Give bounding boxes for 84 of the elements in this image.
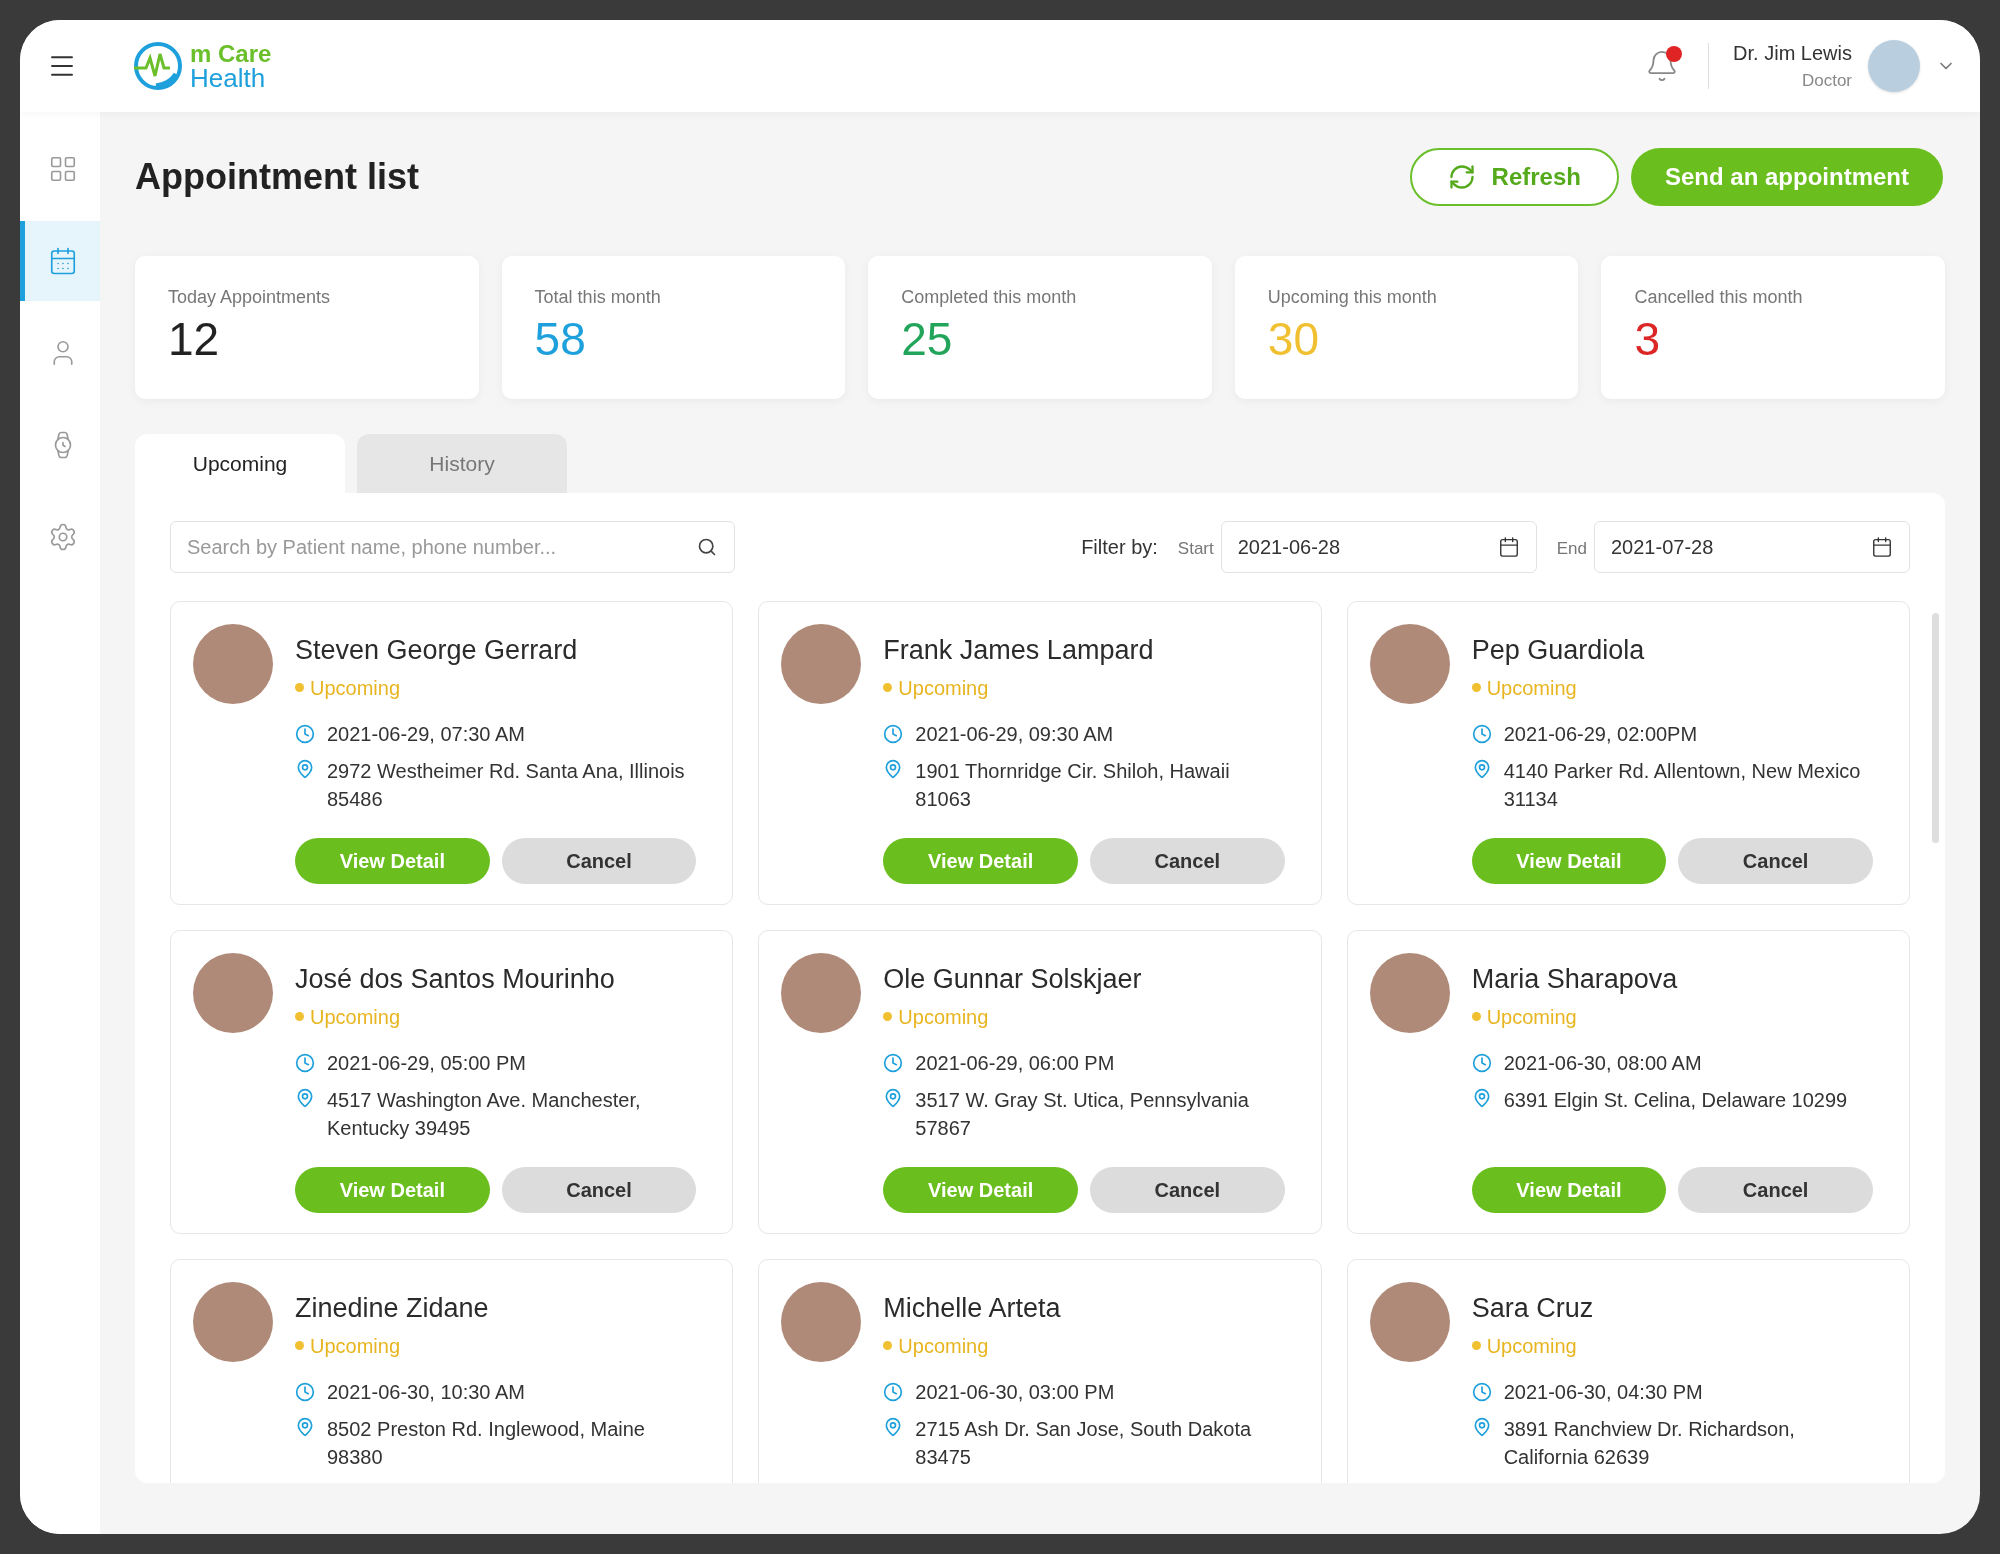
stat-value: 25: [901, 312, 954, 367]
location-icon: [295, 1416, 315, 1437]
clock-icon: [295, 723, 315, 744]
patient-name: Ole Gunnar Solskjaer: [883, 963, 1143, 996]
clock-icon: [1471, 1052, 1492, 1073]
patient-name: Steven George Gerrard: [295, 634, 579, 667]
stat-label: Upcoming this month: [1267, 286, 1438, 309]
page-title: Appointment list: [135, 155, 419, 199]
appointment-time: 2021-06-29, 07:30 AM: [327, 721, 525, 747]
sidebar-item[interactable]: [20, 221, 100, 301]
status-text: Upcoming: [310, 675, 401, 701]
search-field[interactable]: Search by Patient name, phone number...: [170, 521, 735, 573]
user-role: Doctor: [1801, 70, 1852, 93]
cancel-button[interactable]: Cancel: [501, 838, 697, 884]
stat-label: Total this month: [534, 286, 662, 309]
filter-label: Filter by:: [1081, 535, 1158, 560]
avatar[interactable]: [1868, 40, 1920, 92]
stat-value: 3: [1634, 312, 1661, 367]
appointment-time: 2021-06-30, 03:00 PM: [915, 1379, 1115, 1405]
start-label: Start: [1177, 538, 1214, 561]
scrollbar-thumb[interactable]: [1932, 613, 1939, 843]
appointment-address: 8502 Preston Rd. Inglewood, Maine 98380: [327, 1416, 646, 1470]
patient-name: Pep Guardiola: [1471, 634, 1646, 667]
refresh-icon: [1447, 163, 1476, 191]
clock-icon: [883, 723, 904, 744]
start-date-field[interactable]: 2021-06-28: [1220, 521, 1537, 573]
status-text: Upcoming: [898, 1004, 989, 1030]
end-label: End: [1556, 538, 1587, 561]
appointment-address: 3517 W. Gray St. Utica, Pennsylvania 57867: [915, 1087, 1250, 1141]
cancel-button[interactable]: Cancel: [1678, 1167, 1873, 1213]
status-text: Upcoming: [898, 675, 989, 701]
logo-subtext: Health: [190, 66, 267, 90]
calendar-icon: [1871, 536, 1893, 558]
patient-name: Frank James Lampard: [883, 634, 1155, 667]
status-text: Upcoming: [1486, 675, 1577, 701]
search-icon: [697, 537, 717, 557]
stat-value: 30: [1267, 312, 1320, 367]
logo-text: m Care: [190, 42, 272, 66]
appointment-address: 6391 Elgin St. Celina, Delaware 10299: [1503, 1087, 1848, 1113]
stat-value: 58: [534, 312, 587, 367]
cancel-button[interactable]: Cancel: [1678, 838, 1873, 884]
appointment-time: 2021-06-29, 06:00 PM: [915, 1050, 1115, 1076]
clock-icon: [1471, 1381, 1492, 1402]
appointment-time: 2021-06-30, 04:30 PM: [1503, 1379, 1703, 1405]
appointment-time: 2021-06-29, 02:00PM: [1503, 721, 1698, 747]
cancel-button[interactable]: Cancel: [501, 1167, 697, 1213]
status-text: Upcoming: [1486, 1333, 1577, 1359]
clock-icon: [883, 1381, 904, 1402]
calendar-icon: [1497, 536, 1520, 558]
patient-name: Maria Sharapova: [1471, 963, 1679, 996]
appointment-address: 2972 Westheimer Rd. Santa Ana, Illinois 85486: [327, 758, 686, 812]
patient-name: Zinedine Zidane: [295, 1292, 490, 1325]
clock-icon: [295, 1052, 315, 1073]
stat-label: Completed this month: [901, 286, 1078, 309]
tab[interactable]: Upcoming: [135, 434, 345, 493]
stat-value: 12: [168, 312, 221, 367]
clock-icon: [1471, 723, 1492, 744]
appointment-time: 2021-06-30, 10:30 AM: [327, 1379, 525, 1405]
appointment-time: 2021-06-29, 09:30 AM: [915, 721, 1114, 747]
tab[interactable]: History: [357, 434, 567, 493]
stat-label: Cancelled this month: [1634, 286, 1804, 309]
appointment-time: 2021-06-29, 05:00 PM: [327, 1050, 527, 1076]
patient-name: Sara Cruz: [1471, 1292, 1595, 1325]
patient-name: Michelle Arteta: [883, 1292, 1062, 1325]
patient-name: José dos Santos Mourinho: [295, 963, 616, 996]
appointment-address: 3891 Ranchview Dr. Richardson, California 62639: [1503, 1416, 1796, 1470]
appointment-address: 1901 Thornridge Cir. Shiloh, Hawaii 81063: [915, 758, 1231, 812]
cancel-button[interactable]: Cancel: [1090, 1167, 1285, 1213]
appointment-address: 4140 Parker Rd. Allentown, New Mexico 31134: [1503, 758, 1862, 812]
clock-icon: [295, 1381, 315, 1402]
status-text: Upcoming: [310, 1333, 401, 1359]
status-text: Upcoming: [1486, 1004, 1577, 1030]
cancel-button[interactable]: Cancel: [1090, 838, 1285, 884]
status-text: Upcoming: [898, 1333, 989, 1359]
appointment-time: 2021-06-30, 08:00 AM: [1503, 1050, 1702, 1076]
clock-icon: [883, 1052, 904, 1073]
user-name: Dr. Jim Lewis: [1733, 41, 1852, 67]
appointment-address: 4517 Washington Ave. Manchester, Kentucky 39495: [327, 1087, 642, 1141]
stat-label: Today Appointments: [168, 286, 332, 309]
location-icon: [295, 758, 315, 779]
status-text: Upcoming: [310, 1004, 401, 1030]
appointment-address: 2715 Ash Dr. San Jose, South Dakota 83475: [915, 1416, 1253, 1470]
end-date-field[interactable]: 2021-07-28: [1594, 521, 1910, 573]
location-icon: [295, 1087, 315, 1108]
